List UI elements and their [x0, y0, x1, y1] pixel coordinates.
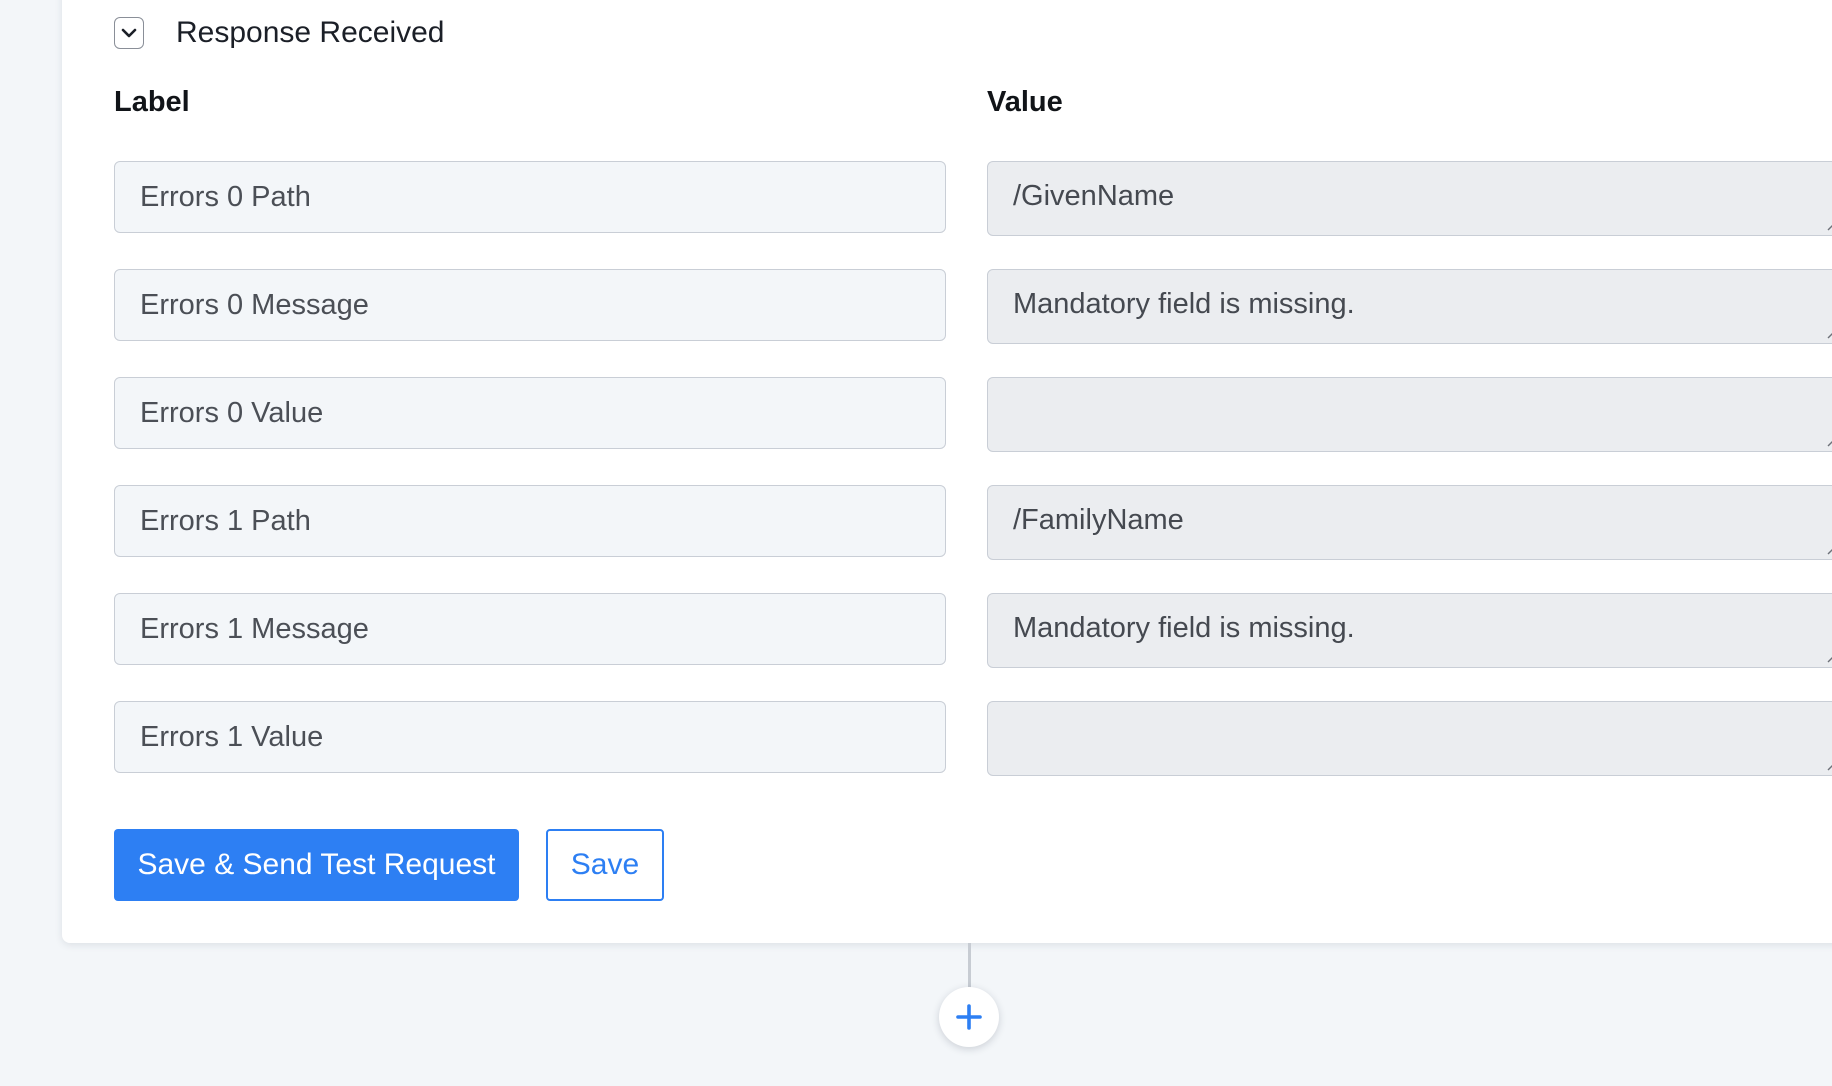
value-field[interactable]	[987, 377, 1832, 452]
mapping-row: /GivenName	[114, 161, 1832, 269]
chevron-down-icon	[121, 28, 137, 38]
collapse-toggle-button[interactable]	[114, 17, 144, 49]
value-field[interactable]	[987, 701, 1832, 776]
save-button[interactable]: Save	[546, 829, 664, 901]
label-field[interactable]	[114, 593, 946, 665]
value-field[interactable]: Mandatory field is missing.	[987, 593, 1832, 668]
mapping-row: Mandatory field is missing.	[114, 593, 1832, 701]
save-and-send-test-request-button[interactable]: Save & Send Test Request	[114, 829, 519, 901]
value-column-header: Value	[987, 86, 1063, 118]
add-step-button[interactable]	[939, 987, 999, 1047]
field-mapping-list: /GivenName Mandatory field is missing. /…	[114, 161, 1832, 809]
mapping-row	[114, 701, 1832, 809]
section-header: Response Received	[114, 16, 445, 50]
label-field[interactable]	[114, 161, 946, 233]
label-field[interactable]	[114, 377, 946, 449]
section-title: Response Received	[176, 16, 445, 49]
value-field[interactable]: /GivenName	[987, 161, 1832, 236]
label-field[interactable]	[114, 269, 946, 341]
value-field[interactable]: /FamilyName	[987, 485, 1832, 560]
label-field[interactable]	[114, 701, 946, 773]
plus-icon	[956, 1004, 982, 1030]
label-field[interactable]	[114, 485, 946, 557]
mapping-row	[114, 377, 1832, 485]
step-connector-line	[968, 943, 971, 988]
label-column-header: Label	[114, 86, 190, 118]
mapping-row: Mandatory field is missing.	[114, 269, 1832, 377]
mapping-row: /FamilyName	[114, 485, 1832, 593]
value-field[interactable]: Mandatory field is missing.	[987, 269, 1832, 344]
